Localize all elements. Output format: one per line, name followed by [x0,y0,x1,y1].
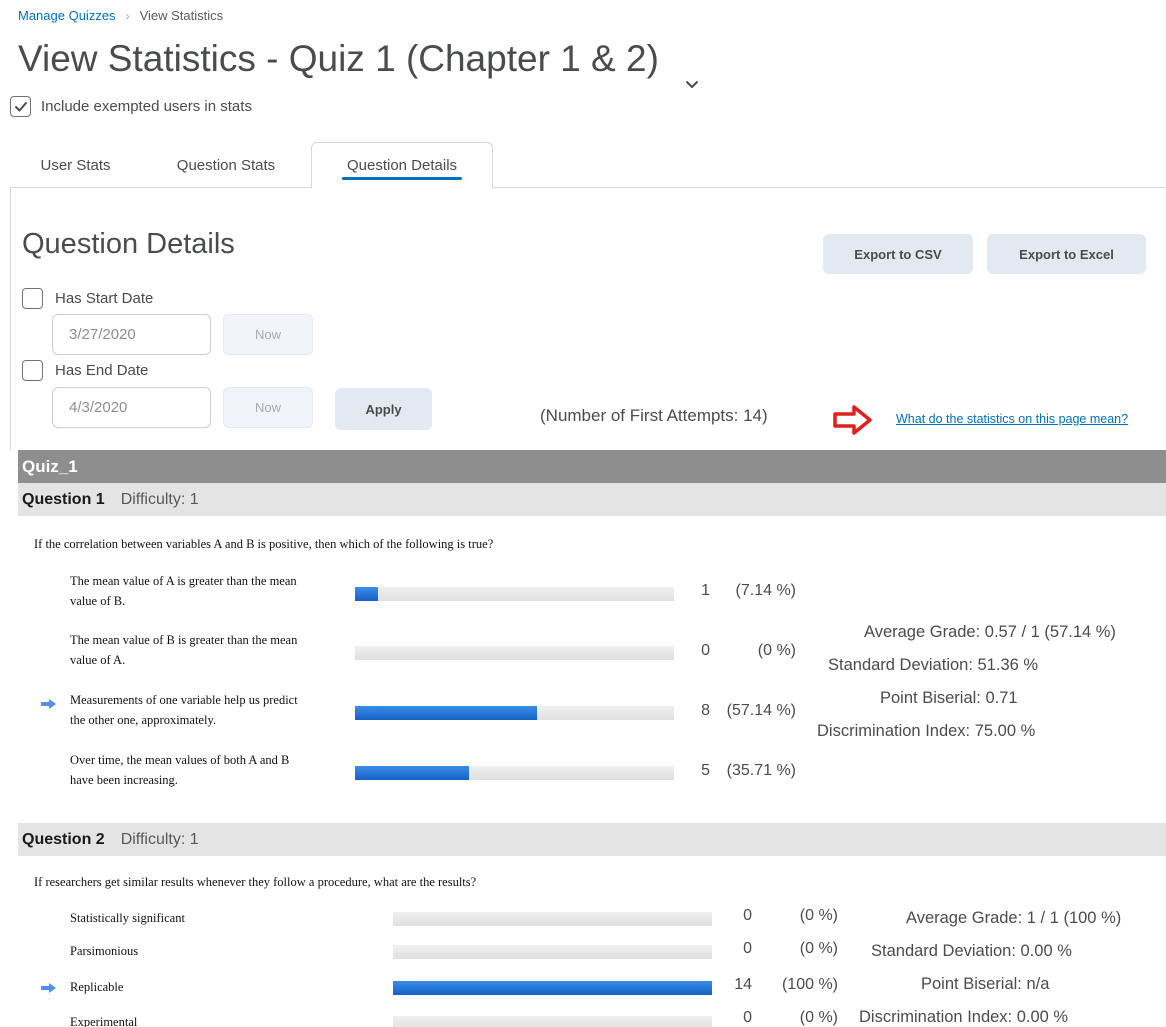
answer-percent: (100 %) [781,976,838,993]
answer-text: Measurements of one variable help us pre… [70,693,298,727]
question-text: If the correlation between variables A a… [34,537,494,551]
standard-deviation: Standard Deviation: 51.36 % [828,656,1039,674]
has-end-date-option[interactable]: Has End Date [22,360,148,381]
answer-text: The mean value of A is greater than the … [70,574,297,608]
answer-count: 1 [701,582,710,599]
active-tab-indicator [342,177,462,180]
question-header: Question 1 Difficulty: 1 [18,483,1166,516]
answer-text: Experimental [70,1015,138,1027]
question-text: If researchers get similar results whene… [34,875,477,889]
answer-count: 0 [743,940,752,957]
point-biserial: Point Biserial: n/a [921,975,1050,993]
question-name: Question 2 [22,830,105,848]
arrow-right-icon [833,405,872,435]
export-csv-button[interactable]: Export to CSV [823,234,973,274]
answer-bar [355,587,674,601]
tab-user-stats-label: User Stats [40,156,111,174]
answer-bar [355,766,674,780]
tab-question-stats-label: Question Stats [176,156,276,174]
section-title: Question Details [22,228,235,260]
correct-answer-arrow-icon [41,699,56,709]
standard-deviation: Standard Deviation: 0.00 % [871,942,1072,960]
has-start-date-checkbox[interactable] [22,288,43,309]
answer-bar-fill [355,587,378,601]
answer-count: 14 [734,976,752,993]
has-end-date-checkbox[interactable] [22,360,43,381]
end-date-input[interactable]: 4/3/2020 [52,387,211,428]
answer-count: 0 [743,907,752,924]
checkmark-icon [14,101,27,111]
answer-text: Statistically significant [70,911,185,925]
breadcrumb-current: View Statistics [139,8,224,23]
breadcrumb: Manage Quizzes › View Statistics [18,8,223,23]
start-date-now-button[interactable]: Now [223,314,313,355]
discrimination-index: Discrimination Index: 0.00 % [859,1008,1069,1026]
tab-user-stats[interactable]: User Stats [10,142,141,188]
statistics-help-link[interactable]: What do the statistics on this page mean… [896,412,1128,426]
tab-question-stats[interactable]: Question Stats [141,142,311,188]
answer-bar [355,706,674,720]
has-end-date-label: Has End Date [55,362,149,379]
answer-bar-fill [393,981,712,995]
first-attempts-count: (Number of First Attempts: 14) [540,406,768,425]
answer-bar [393,912,712,926]
page-title: View Statistics - Quiz 1 (Chapter 1 & 2) [18,38,659,79]
start-date-input[interactable]: 3/27/2020 [52,314,211,355]
breadcrumb-manage-quizzes-link[interactable]: Manage Quizzes [18,8,116,23]
answer-percent: (0 %) [799,907,838,924]
answer-text: Parsimonious [70,944,139,958]
tab-question-details-label: Question Details [346,157,458,174]
answer-percent: (0 %) [799,940,838,957]
panel-left-border [10,188,11,450]
answer-count: 0 [743,1009,752,1026]
answer-bar-fill [355,766,469,780]
answer-text: The mean value of B is greater than the … [70,633,298,667]
discrimination-index: Discrimination Index: 75.00 % [817,722,1036,740]
question-header: Question 2 Difficulty: 1 [18,823,1166,856]
breadcrumb-separator-icon: › [125,8,130,23]
correct-answer-arrow-icon [41,983,56,993]
answer-percent: (0 %) [757,642,796,659]
answer-bar [393,945,712,959]
answer-bar-fill [355,706,538,720]
answer-percent: (57.14 %) [726,702,796,719]
apply-button[interactable]: Apply [335,388,432,430]
include-exempted-label: Include exempted users in stats [41,98,252,115]
page-title-row: View Statistics - Quiz 1 (Chapter 1 & 2) [18,38,699,88]
question-difficulty: Difficulty: 1 [120,490,199,508]
average-grade: Average Grade: 1 / 1 (100 %) [906,909,1122,927]
include-exempted-option[interactable]: Include exempted users in stats [10,96,252,117]
has-start-date-option[interactable]: Has Start Date [22,288,153,309]
point-biserial: Point Biserial: 0.71 [880,689,1018,707]
answer-text: Replicable [70,980,124,994]
question-name: Question 1 [22,490,105,508]
answer-percent: (7.14 %) [735,582,796,599]
quiz-name: Quiz_1 [22,456,78,476]
export-excel-button[interactable]: Export to Excel [987,234,1146,274]
chevron-down-icon[interactable] [685,57,699,88]
answer-count: 0 [701,642,710,659]
answer-text: Over time, the mean values of both A and… [70,753,290,787]
answer-percent: (35.71 %) [726,762,796,779]
quiz-header: Quiz_1 [18,450,1166,483]
stats-tabs: User Stats Question Stats Question Detai… [10,142,1166,189]
tab-question-details[interactable]: Question Details [311,142,493,189]
answer-bar [393,1016,712,1027]
question-difficulty: Difficulty: 1 [120,830,199,848]
answer-percent: (0 %) [799,1009,838,1026]
has-start-date-label: Has Start Date [55,290,154,307]
answer-bar [393,981,712,995]
average-grade: Average Grade: 0.57 / 1 (57.14 %) [864,623,1116,641]
include-exempted-checkbox[interactable] [10,96,31,117]
answer-bar [355,646,674,660]
end-date-now-button[interactable]: Now [223,387,313,428]
